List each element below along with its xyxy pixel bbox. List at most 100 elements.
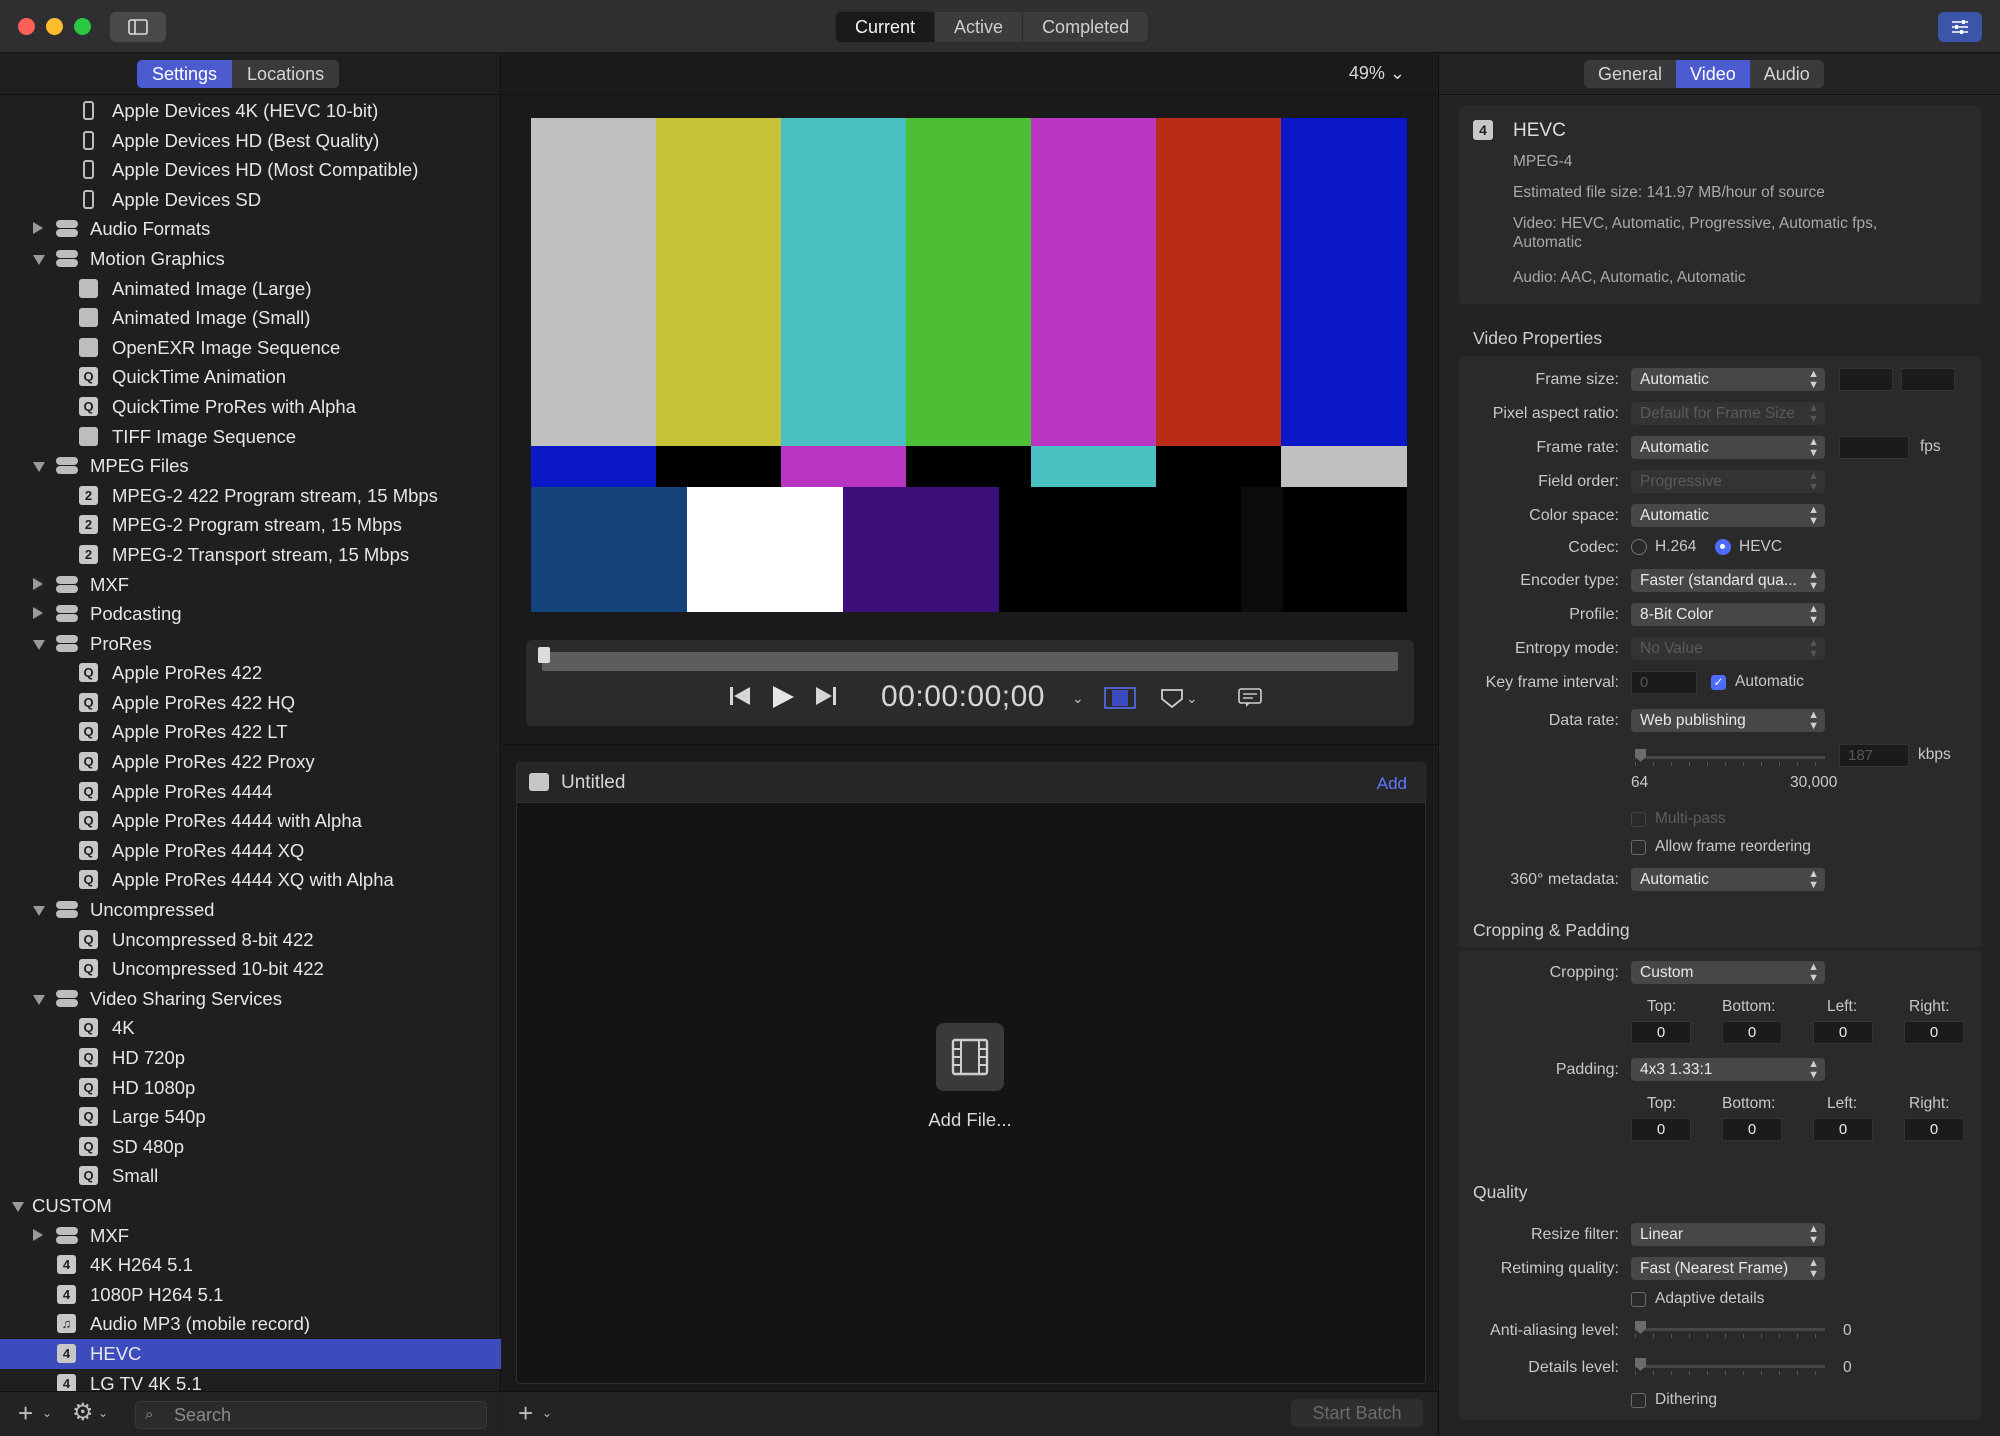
multipass-checkbox[interactable] [1631,812,1646,827]
tree-row[interactable]: 4 1080P H264 5.1 [0,1280,501,1310]
frame-size-popup[interactable]: Automatic ▲ ▼ [1631,368,1825,391]
tree-row[interactable]: Q Apple ProRes 4444 XQ with Alpha [0,865,501,895]
timeline-scrubber[interactable] [542,652,1398,671]
start-batch-button[interactable]: Start Batch [1291,1399,1423,1427]
tree-row[interactable]: 2 MPEG-2 422 Program stream, 15 Mbps [0,481,501,511]
entropy-mode-popup[interactable]: No Value ▲ ▼ [1631,637,1825,660]
sidebar-toggle-button[interactable] [110,12,166,42]
tree-row[interactable]: Q QuickTime Animation [0,362,501,392]
timecode-display[interactable]: 00:00:00;00 [881,680,1045,714]
padding-popup[interactable]: 4x3 1.33:1 ▲ ▼ [1631,1058,1825,1081]
tree-row[interactable]: TIFF Image Sequence [0,422,501,452]
codec-hevc-radio[interactable] [1715,539,1731,555]
chevron-down-icon[interactable]: ⌄ [1186,690,1198,707]
disclosure-closed-icon[interactable] [33,607,43,620]
tree-row[interactable]: Q Apple ProRes 422 [0,658,501,688]
tree-row[interactable]: Apple Devices HD (Most Compatible) [0,155,501,185]
tree-row[interactable]: Podcasting [0,599,501,629]
crop-right-field[interactable]: 0 [1904,1021,1964,1044]
tree-row[interactable]: ProRes [0,629,501,659]
inspector-toggle-button[interactable] [1938,12,1982,42]
dithering-label[interactable]: Dithering [1655,1391,1717,1409]
tree-row[interactable]: Q QuickTime ProRes with Alpha [0,392,501,422]
search-input[interactable] [174,1404,474,1426]
tree-row[interactable]: 4 HEVC [0,1338,501,1369]
tree-row[interactable]: Video Sharing Services [0,984,501,1014]
codec-h264-label[interactable]: H.264 [1655,538,1696,556]
key-frame-auto-checkbox[interactable]: ✓ [1711,675,1726,690]
tab-completed[interactable]: Completed [1023,12,1148,42]
crop-top-field[interactable]: 0 [1631,1021,1691,1044]
tab-locations[interactable]: Locations [232,60,339,88]
codec-hevc-label[interactable]: HEVC [1739,538,1782,556]
play-icon[interactable] [770,684,796,710]
key-frame-interval-field[interactable]: 0 [1631,671,1697,694]
gear-icon[interactable]: ⚙ [72,1398,94,1427]
tree-row[interactable]: 2 MPEG-2 Transport stream, 15 Mbps [0,540,501,570]
disclosure-open-icon[interactable] [33,254,45,265]
disclosure-closed-icon[interactable] [33,222,43,235]
tree-row[interactable]: Q HD 720p [0,1043,501,1073]
go-to-end-icon[interactable] [814,684,838,708]
tree-row[interactable]: Animated Image (Large) [0,274,501,304]
resize-filter-popup[interactable]: Linear ▲ ▼ [1631,1223,1825,1246]
disclosure-open-icon[interactable] [33,462,45,473]
batch-title[interactable]: Untitled [561,772,625,794]
add-button[interactable]: Add [1377,774,1407,794]
details-level-slider[interactable] [1635,1365,1825,1375]
tree-row[interactable]: Uncompressed [0,895,501,925]
disclosure-closed-icon[interactable] [33,1228,43,1241]
playhead[interactable] [538,647,550,663]
tree-row[interactable]: MPEG Files [0,451,501,481]
tab-audio[interactable]: Audio [1750,60,1824,88]
zoom-window-button[interactable] [74,18,91,35]
tree-row[interactable]: 2 MPEG-2 Program stream, 15 Mbps [0,510,501,540]
tree-row[interactable]: Q Apple ProRes 422 LT [0,717,501,747]
tree-row[interactable]: CUSTOM [0,1191,501,1221]
add-batch-button[interactable]: + [518,1398,533,1429]
cropping-popup[interactable]: Custom ▲ ▼ [1631,961,1825,984]
color-space-popup[interactable]: Automatic ▲ ▼ [1631,504,1825,527]
tree-row[interactable]: Q Uncompressed 8-bit 422 [0,925,501,955]
frame-reordering-label[interactable]: Allow frame reordering [1655,838,1811,856]
captions-icon[interactable] [1238,688,1262,708]
encoder-type-popup[interactable]: Faster (standard qua... ▲ ▼ [1631,569,1825,592]
tree-row[interactable]: Q 4K [0,1013,501,1043]
tab-active[interactable]: Active [935,12,1024,42]
pixel-aspect-popup[interactable]: Default for Frame Size ▲ ▼ [1631,402,1825,425]
disclosure-open-icon[interactable] [33,639,45,650]
add-setting-button[interactable]: + [18,1398,33,1429]
tree-row[interactable]: Animated Image (Small) [0,303,501,333]
minimize-window-button[interactable] [46,18,63,35]
crop-left-field[interactable]: 0 [1813,1021,1873,1044]
pad-top-field[interactable]: 0 [1631,1118,1691,1141]
tree-row[interactable]: Q SD 480p [0,1132,501,1162]
tree-row[interactable]: Apple Devices SD [0,185,501,215]
tree-row[interactable]: Q Small [0,1161,501,1191]
pad-left-field[interactable]: 0 [1813,1118,1873,1141]
go-to-start-icon[interactable] [728,684,752,708]
tree-row[interactable]: OpenEXR Image Sequence [0,333,501,363]
frame-reordering-checkbox[interactable] [1631,840,1646,855]
adaptive-details-checkbox[interactable] [1631,1292,1646,1307]
tree-row[interactable]: MXF [0,570,501,600]
tab-current[interactable]: Current [836,12,936,42]
custom-fps-field[interactable] [1839,436,1909,459]
disclosure-closed-icon[interactable] [33,577,43,590]
tree-row[interactable]: Q Large 540p [0,1102,501,1132]
add-file-label[interactable]: Add File... [877,1109,1063,1131]
metadata-360-popup[interactable]: Automatic ▲ ▼ [1631,868,1825,891]
split-view-icon[interactable] [1104,687,1136,709]
pad-right-field[interactable]: 0 [1904,1118,1964,1141]
profile-popup[interactable]: 8-Bit Color ▲ ▼ [1631,603,1825,626]
crop-bottom-field[interactable]: 0 [1722,1021,1782,1044]
data-rate-popup[interactable]: Web publishing ▲ ▼ [1631,709,1825,732]
frame-rate-popup[interactable]: Automatic ▲ ▼ [1631,436,1825,459]
zoom-popup[interactable]: 49% ⌄ [1349,63,1405,84]
disclosure-open-icon[interactable] [33,906,45,917]
tree-row[interactable]: Q Apple ProRes 4444 XQ [0,836,501,866]
adaptive-details-label[interactable]: Adaptive details [1655,1290,1764,1308]
tree-row[interactable]: Motion Graphics [0,244,501,274]
tab-general[interactable]: General [1584,60,1676,88]
tree-row[interactable]: Q Apple ProRes 422 Proxy [0,747,501,777]
